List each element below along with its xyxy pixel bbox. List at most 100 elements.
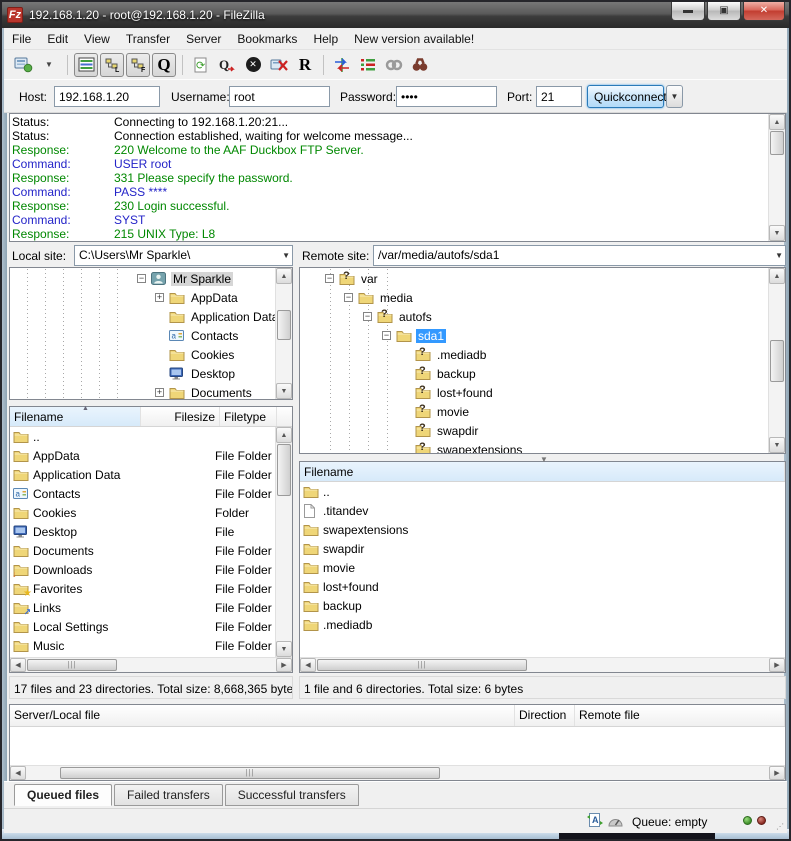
file-row-desktop[interactable]: DesktopFile bbox=[10, 522, 275, 541]
port-input[interactable] bbox=[536, 86, 582, 107]
collapse-icon[interactable]: − bbox=[344, 293, 353, 302]
file-name-cell[interactable]: swapdir bbox=[300, 542, 700, 556]
file-row-application-data[interactable]: Application DataFile Folder bbox=[10, 465, 275, 484]
queue-hscrollbar[interactable]: ◀ ||| ▶ bbox=[10, 765, 785, 780]
remote-tree-scrollbar[interactable]: ▲ ▼ bbox=[768, 268, 785, 453]
cancel-button[interactable]: ✕ bbox=[241, 53, 265, 77]
tab-failed-transfers[interactable]: Failed transfers bbox=[114, 784, 223, 806]
scroll-down-icon[interactable]: ▼ bbox=[769, 437, 785, 453]
host-input[interactable] bbox=[54, 86, 160, 107]
menu-item-file[interactable]: File bbox=[4, 29, 39, 49]
remote-list-hscrollbar[interactable]: ◀ ||| ▶ bbox=[300, 657, 785, 672]
chevron-down-icon[interactable]: ▼ bbox=[282, 251, 290, 260]
local-site-combo[interactable]: C:\Users\Mr Sparkle\ ▼ bbox=[74, 245, 293, 266]
collapse-icon[interactable]: − bbox=[363, 312, 372, 321]
file-name-cell[interactable]: ↓Downloads bbox=[10, 563, 138, 577]
tree-item-application-data[interactable]: Application Data bbox=[10, 307, 275, 326]
menu-item-transfer[interactable]: Transfer bbox=[118, 29, 178, 49]
resize-grip[interactable]: ⋰ bbox=[776, 822, 785, 831]
tree-item-label[interactable]: Documents bbox=[189, 386, 254, 400]
file-row--titandev[interactable]: .titandev bbox=[300, 501, 784, 520]
file-row-cookies[interactable]: CookiesFolder bbox=[10, 503, 275, 522]
tree-item-label[interactable]: Contacts bbox=[189, 329, 240, 343]
toggle-local-tree-button[interactable]: L bbox=[100, 53, 124, 77]
tree-item-label[interactable]: movie bbox=[435, 405, 471, 419]
tree-item-label[interactable]: autofs bbox=[397, 310, 434, 324]
file-name-cell[interactable]: .mediadb bbox=[300, 618, 700, 632]
reconnect-button[interactable]: R bbox=[293, 53, 317, 77]
local-tree-scrollbar[interactable]: ▲ ▼ bbox=[275, 268, 292, 399]
synchronized-browsing-button[interactable] bbox=[382, 53, 406, 77]
password-input[interactable] bbox=[396, 86, 497, 107]
file-name-cell[interactable]: .. bbox=[300, 485, 700, 499]
chevron-down-icon[interactable]: ▼ bbox=[775, 251, 783, 260]
tab-successful-transfers[interactable]: Successful transfers bbox=[225, 784, 359, 806]
column-header-filename[interactable]: Filename bbox=[300, 462, 785, 481]
tree-item-sda1[interactable]: −sda1 bbox=[300, 326, 768, 345]
tree-item-swapextensions[interactable]: ?swapextensions bbox=[300, 440, 768, 454]
scroll-left-icon[interactable]: ◀ bbox=[300, 658, 316, 672]
scrollbar-thumb[interactable]: ||| bbox=[60, 767, 440, 779]
scroll-up-icon[interactable]: ▲ bbox=[769, 268, 785, 284]
filter-button[interactable] bbox=[356, 53, 380, 77]
file-row-swapextensions[interactable]: swapextensions bbox=[300, 520, 784, 539]
scrollbar-thumb[interactable] bbox=[770, 131, 784, 155]
tree-item-label[interactable]: Mr Sparkle bbox=[171, 272, 233, 286]
file-row-appdata[interactable]: AppDataFile Folder bbox=[10, 446, 275, 465]
scrollbar-thumb[interactable] bbox=[277, 310, 291, 340]
tree-item-backup[interactable]: ?backup bbox=[300, 364, 768, 383]
scroll-left-icon[interactable]: ◀ bbox=[10, 658, 26, 672]
toggle-queue-button[interactable]: Q bbox=[152, 53, 176, 77]
message-log-scrollbar[interactable]: ▲ ▼ bbox=[768, 114, 785, 241]
scrollbar-thumb[interactable]: ||| bbox=[317, 659, 527, 671]
site-manager-button[interactable] bbox=[11, 53, 35, 77]
remote-site-combo[interactable]: /var/media/autofs/sda1 ▼ bbox=[373, 245, 786, 266]
file-name-cell[interactable]: Local Settings bbox=[10, 620, 138, 634]
file-name-cell[interactable]: Desktop bbox=[10, 525, 138, 539]
tree-item-label[interactable]: lost+found bbox=[435, 386, 495, 400]
speed-limits-icon[interactable] bbox=[608, 814, 625, 828]
tree-item-label[interactable]: .mediadb bbox=[435, 348, 488, 362]
column-header-filename[interactable]: Filename▲ bbox=[10, 407, 141, 426]
file-row-documents[interactable]: DocumentsFile Folder bbox=[10, 541, 275, 560]
menu-item-new-version-available[interactable]: New version available! bbox=[346, 29, 482, 49]
scroll-up-icon[interactable]: ▲ bbox=[276, 427, 292, 443]
file-row-lost-found[interactable]: lost+found bbox=[300, 577, 784, 596]
file-name-cell[interactable]: Documents bbox=[10, 544, 138, 558]
expand-icon[interactable]: + bbox=[155, 388, 164, 397]
scroll-right-icon[interactable]: ▶ bbox=[769, 658, 785, 672]
username-input[interactable] bbox=[229, 86, 330, 107]
tree-item-label[interactable]: Application Data bbox=[189, 310, 280, 324]
maximize-button[interactable]: ▣ bbox=[707, 2, 741, 21]
scroll-up-icon[interactable]: ▲ bbox=[276, 268, 292, 284]
file-name-cell[interactable]: Cookies bbox=[10, 506, 138, 520]
menu-item-edit[interactable]: Edit bbox=[39, 29, 76, 49]
file-row-movie[interactable]: movie bbox=[300, 558, 784, 577]
tree-item-contacts[interactable]: aContacts bbox=[10, 326, 275, 345]
tree-item-autofs[interactable]: −?autofs bbox=[300, 307, 768, 326]
file-name-cell[interactable]: lost+found bbox=[300, 580, 700, 594]
disconnect-button[interactable] bbox=[267, 53, 291, 77]
toggle-remote-tree-button[interactable]: F bbox=[126, 53, 150, 77]
refresh-button[interactable]: ⟳ bbox=[189, 53, 213, 77]
menu-item-server[interactable]: Server bbox=[178, 29, 229, 49]
tree-item-lost-found[interactable]: ?lost+found bbox=[300, 383, 768, 402]
file-name-cell[interactable]: .. bbox=[10, 430, 138, 444]
tree-item-mr-sparkle[interactable]: −Mr Sparkle bbox=[10, 269, 275, 288]
local-list-hscrollbar[interactable]: ◀ ||| ▶ bbox=[10, 657, 292, 672]
toggle-message-log-button[interactable] bbox=[74, 53, 98, 77]
file-name-cell[interactable]: movie bbox=[300, 561, 700, 575]
file-name-cell[interactable]: swapextensions bbox=[300, 523, 700, 537]
menu-item-help[interactable]: Help bbox=[305, 29, 346, 49]
file-name-cell[interactable]: AppData bbox=[10, 449, 138, 463]
file-row-contacts[interactable]: aContactsFile Folder bbox=[10, 484, 275, 503]
file-row--[interactable]: .. bbox=[10, 427, 275, 446]
scroll-down-icon[interactable]: ▼ bbox=[276, 641, 292, 657]
tree-item-label[interactable]: Desktop bbox=[189, 367, 237, 381]
file-row-swapdir[interactable]: swapdir bbox=[300, 539, 784, 558]
directory-comparison-button[interactable] bbox=[330, 53, 354, 77]
column-header-filetype[interactable]: Filetype bbox=[220, 407, 277, 426]
quickconnect-button[interactable]: Quickconnect bbox=[587, 85, 664, 108]
column-header-filesize[interactable]: Filesize bbox=[141, 407, 220, 426]
file-name-cell[interactable]: .titandev bbox=[300, 504, 700, 518]
